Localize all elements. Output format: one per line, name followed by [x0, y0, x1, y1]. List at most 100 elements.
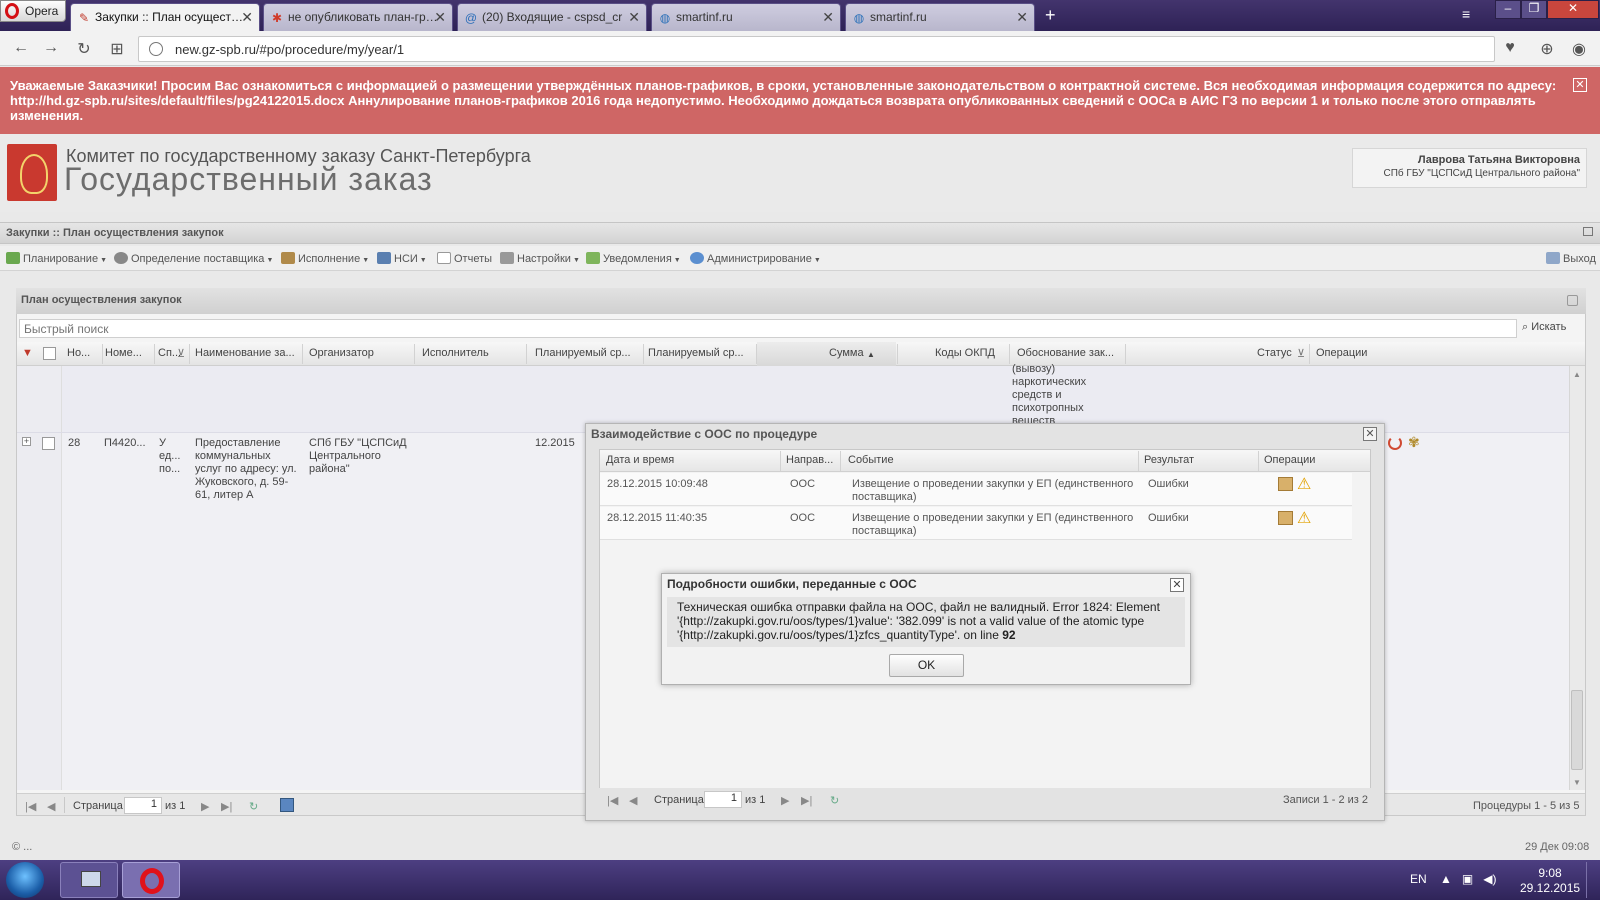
- menu-administration[interactable]: Администрирование ▼: [690, 252, 821, 265]
- col-datetime[interactable]: Дата и время: [606, 454, 674, 466]
- col-sum[interactable]: Сумма: [829, 347, 864, 359]
- ok-button[interactable]: OK: [889, 654, 964, 677]
- table-row[interactable]: 28.12.2015 10:09:48 ООС Извещение о пров…: [600, 473, 1352, 506]
- prev-page-icon[interactable]: ◀: [629, 794, 637, 807]
- col-num[interactable]: Но...: [67, 347, 99, 359]
- warning-icon[interactable]: ⚠: [1297, 474, 1311, 494]
- system-tray[interactable]: ▲ ▣ ◀): [1440, 872, 1497, 886]
- col-name[interactable]: Наименование за...: [195, 347, 300, 359]
- address-bar[interactable]: new.gz-spb.ru/#po/procedure/my/year/1: [138, 36, 1495, 62]
- warning-icon[interactable]: ⚠: [1297, 508, 1311, 528]
- package-icon[interactable]: [1278, 477, 1293, 491]
- menu-nsi[interactable]: НСИ ▼: [377, 252, 427, 265]
- maximize-icon[interactable]: ❐: [1521, 0, 1547, 19]
- menu-reports[interactable]: Отчеты: [437, 252, 492, 265]
- reload-icon[interactable]: ↻: [74, 39, 94, 59]
- profile-icon[interactable]: ◉: [1569, 39, 1589, 59]
- col-number[interactable]: Номе...: [105, 347, 153, 359]
- new-tab-button[interactable]: +: [1045, 5, 1056, 26]
- collapse-icon[interactable]: [1583, 227, 1593, 236]
- start-button[interactable]: [6, 862, 44, 898]
- tab-plan-grafik[interactable]: ✱ не опубликовать план-график ✕: [263, 3, 453, 31]
- col-okpd[interactable]: Коды ОКПД: [935, 347, 995, 359]
- close-icon[interactable]: ✕: [241, 9, 253, 26]
- menu-supplier[interactable]: Определение поставщика ▼: [114, 252, 273, 265]
- clock[interactable]: 9:08 29.12.2015: [1520, 866, 1580, 896]
- col-operations[interactable]: Операции: [1316, 347, 1367, 359]
- col-planned-date-2[interactable]: Планируемый ср...: [648, 347, 754, 359]
- menu-execution[interactable]: Исполнение ▼: [281, 252, 369, 265]
- speed-dial-icon[interactable]: ⊞: [107, 39, 127, 59]
- col-result[interactable]: Результат: [1144, 454, 1194, 466]
- tab-smartinf-2[interactable]: ◍ smartinf.ru ✕: [845, 3, 1035, 31]
- last-page-icon[interactable]: ▶|: [801, 794, 812, 807]
- heart-icon[interactable]: ♥: [1500, 39, 1520, 57]
- table-row[interactable]: 28.12.2015 11:40:35 ООС Извещение о пров…: [600, 507, 1352, 540]
- close-icon[interactable]: ✕: [1170, 578, 1184, 592]
- network-icon[interactable]: ▣: [1462, 872, 1473, 886]
- back-icon[interactable]: ←: [11, 39, 31, 57]
- user-info[interactable]: Лаврова Татьяна Викторовна СПб ГБУ "ЦСПС…: [1352, 148, 1587, 188]
- filter-icon[interactable]: ⊻: [1297, 347, 1305, 360]
- col-status[interactable]: Статус: [1257, 347, 1292, 359]
- select-all-checkbox[interactable]: [43, 347, 56, 360]
- search-button[interactable]: ⌕ Искать: [1522, 321, 1566, 334]
- taskbar-app-opera[interactable]: [122, 862, 180, 898]
- forward-icon[interactable]: →: [41, 39, 61, 57]
- quick-search-input[interactable]: [19, 319, 1517, 338]
- taskbar-app-remote[interactable]: [60, 862, 118, 898]
- menu-notifications[interactable]: Уведомления ▼: [586, 252, 681, 265]
- tab-mail[interactable]: @ (20) Входящие - cspsd_cr ✕: [457, 3, 647, 31]
- package-icon[interactable]: [1278, 511, 1293, 525]
- tab-zakupki[interactable]: ✎ Закупки :: План осуществления ✕: [70, 3, 260, 31]
- language-indicator[interactable]: EN: [1410, 872, 1427, 886]
- first-page-icon[interactable]: |◀: [25, 800, 36, 813]
- col-planned-date-1[interactable]: Планируемый ср...: [535, 347, 641, 359]
- expand-icon[interactable]: +: [22, 437, 31, 446]
- minimize-icon[interactable]: –: [1495, 0, 1521, 19]
- next-page-icon[interactable]: ▶: [781, 794, 789, 807]
- col-operations[interactable]: Операции: [1264, 454, 1315, 466]
- menu-planning[interactable]: Планирование ▼: [6, 252, 107, 265]
- tab-smartinf-1[interactable]: ◍ smartinf.ru ✕: [651, 3, 841, 31]
- save-icon[interactable]: [280, 798, 294, 812]
- close-icon[interactable]: ✕: [822, 9, 834, 26]
- refresh-icon[interactable]: ↻: [249, 800, 258, 813]
- prev-page-icon[interactable]: ◀: [47, 800, 55, 813]
- close-icon[interactable]: ✕: [1016, 9, 1028, 26]
- refresh-icon[interactable]: [1567, 295, 1578, 306]
- volume-icon[interactable]: ◀): [1483, 872, 1496, 886]
- show-desktop-button[interactable]: [1586, 862, 1598, 898]
- col-organizer[interactable]: Организатор: [309, 347, 409, 359]
- filter-icon[interactable]: ⊻: [177, 347, 185, 360]
- close-window-icon[interactable]: ✕: [1547, 0, 1599, 19]
- retry-icon[interactable]: [1388, 436, 1402, 450]
- row-checkbox[interactable]: [42, 437, 55, 450]
- col-justification[interactable]: Обоснование зак...: [1017, 347, 1123, 359]
- tab-menu-icon[interactable]: ≡: [1462, 6, 1470, 22]
- refresh-icon[interactable]: ↻: [830, 794, 839, 807]
- close-icon[interactable]: ✕: [1573, 78, 1587, 92]
- menu-settings[interactable]: Настройки ▼: [500, 252, 580, 265]
- close-icon[interactable]: ✕: [628, 9, 640, 26]
- page-input[interactable]: 1: [124, 797, 162, 814]
- first-page-icon[interactable]: |◀: [607, 794, 618, 807]
- opera-menu-button[interactable]: Opera: [0, 0, 66, 22]
- exit-button[interactable]: Выход: [1546, 252, 1596, 265]
- settings-gear-icon[interactable]: ✾: [1408, 434, 1420, 451]
- page-input[interactable]: 1: [704, 791, 742, 808]
- tray-arrow-icon[interactable]: ▲: [1440, 872, 1452, 886]
- scroll-up-icon[interactable]: ▲: [1573, 370, 1581, 379]
- close-icon[interactable]: ✕: [434, 9, 446, 26]
- col-executor[interactable]: Исполнитель: [422, 347, 522, 359]
- col-event[interactable]: Событие: [848, 454, 894, 466]
- col-direction[interactable]: Направ...: [786, 454, 833, 466]
- close-icon[interactable]: ✕: [1363, 427, 1377, 441]
- last-page-icon[interactable]: ▶|: [221, 800, 232, 813]
- clear-filter-icon[interactable]: ▼: [22, 347, 33, 359]
- scroll-down-icon[interactable]: ▼: [1573, 778, 1581, 787]
- scrollbar-thumb[interactable]: [1571, 690, 1583, 770]
- next-page-icon[interactable]: ▶: [201, 800, 209, 813]
- download-icon[interactable]: ⊕: [1537, 39, 1557, 59]
- row-number[interactable]: П4420...: [104, 437, 146, 450]
